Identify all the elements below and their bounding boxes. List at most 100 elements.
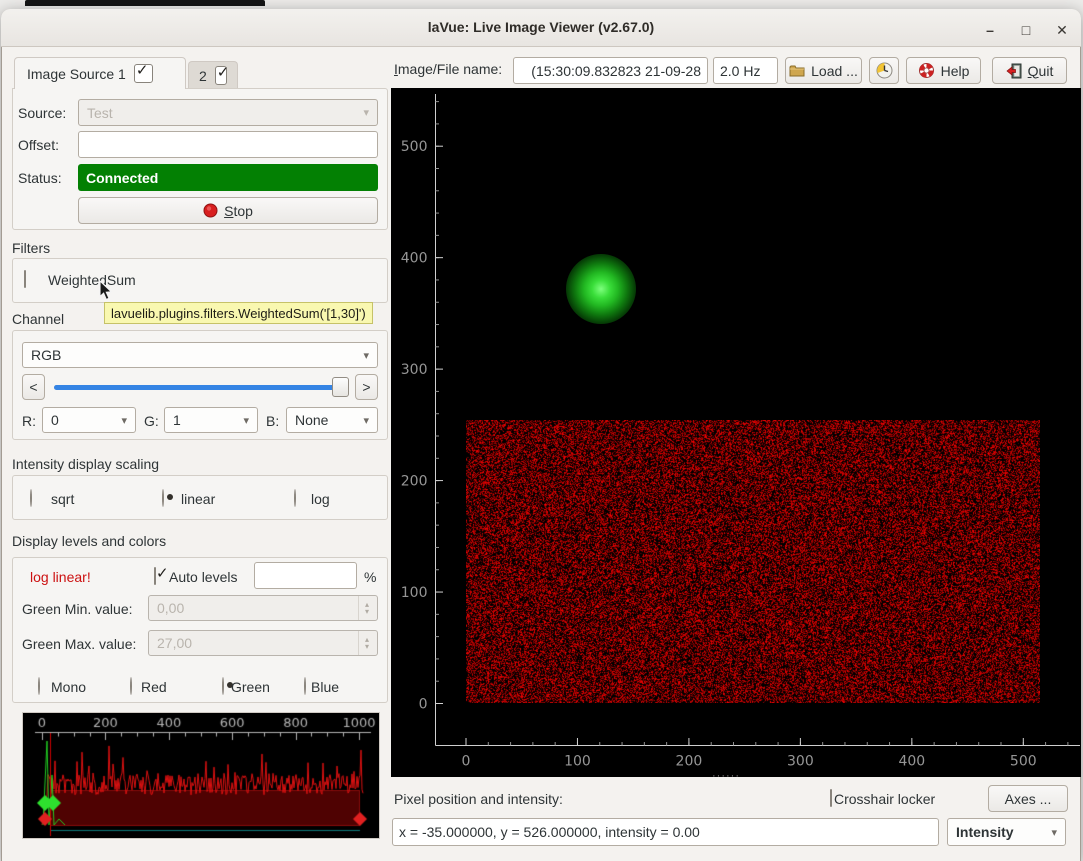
status-badge: Connected [78,164,378,191]
g-combobox[interactable]: 1 ▾ [164,407,258,433]
g-value: 1 [173,412,181,428]
prev-label: < [29,379,37,395]
sqrt-label: sqrt [51,491,74,507]
radio-red[interactable] [130,677,132,695]
quit-button[interactable]: Quit [992,57,1067,84]
g-label: G: [144,413,159,429]
weightedsum-label: WeightedSum [48,272,136,288]
max-value-spinbox[interactable]: 27,00 ▴▾ [148,630,378,656]
channel-section-label: Channel [12,311,64,327]
channel-prev-button[interactable]: < [22,374,45,400]
blue-label: Blue [311,679,339,695]
max-value-label: Green Max. value: [22,636,136,652]
svg-text:200: 200 [676,754,703,770]
window-title: laVue: Live Image Viewer (v2.67.0) [1,19,1081,35]
check-icon: ✓ [156,564,169,582]
svg-text:400: 400 [898,754,925,770]
axes-button-label: Axes ... [1005,791,1052,807]
pixel-position-input[interactable] [392,818,939,846]
intensity-histogram[interactable] [22,712,380,839]
scaling-section-label: Intensity display scaling [12,456,159,472]
minimize-button[interactable]: – [977,21,1003,41]
history-button[interactable] [869,57,899,84]
exit-door-icon [1006,63,1022,79]
check-icon: ✓ [217,63,230,81]
source-combobox[interactable]: Test ▾ [78,99,378,126]
radio-linear[interactable] [162,489,164,507]
record-stop-icon [203,203,218,218]
background-window-strip [25,0,265,6]
image-plot[interactable]: 01002003004005000100200300400500 [391,88,1081,777]
r-combobox[interactable]: 0 ▾ [42,407,136,433]
crosshair-locker-checkbox[interactable] [830,789,832,807]
weightedsum-checkbox[interactable] [24,270,26,288]
tab2-checkbox[interactable]: ✓ [215,66,227,85]
svg-text:400: 400 [401,251,428,267]
radio-log[interactable] [294,489,296,507]
svg-text:100: 100 [564,754,591,770]
tab-image-source-1[interactable]: Image Source 1 ✓ [14,57,186,89]
radio-blue[interactable] [304,677,306,695]
linear-label: linear [181,491,215,507]
green-label: Green [231,679,270,695]
maximize-icon: □ [1022,22,1030,38]
r-value: 0 [51,412,59,428]
channel-mode-value: RGB [31,347,61,363]
help-button[interactable]: Help [906,57,981,84]
spin-down-icon[interactable]: ▾ [365,608,369,615]
tab1-checkbox[interactable]: ✓ [134,64,153,83]
auto-levels-percent-input[interactable] [254,562,357,589]
auto-levels-checkbox[interactable]: ✓ [154,567,156,585]
mono-label: Mono [51,679,86,695]
channel-slider-handle[interactable] [332,377,349,397]
maximize-button[interactable]: □ [1013,21,1039,41]
display-mode-combobox[interactable]: Intensity ▾ [947,818,1066,846]
svg-text:0: 0 [462,754,471,770]
splitter-handle[interactable]: ······ [712,770,740,782]
mouse-cursor-icon [99,280,113,301]
max-spin-buttons[interactable]: ▴▾ [358,631,369,655]
svg-text:500: 500 [401,139,428,155]
spin-down-icon[interactable]: ▾ [365,643,369,650]
percent-label: % [364,569,376,585]
stop-button[interactable]: Stop [78,197,378,224]
channel-slider-fill [54,385,335,390]
tab1-label: Image Source 1 [27,66,126,82]
min-value: 0,00 [157,600,184,616]
load-button[interactable]: Load ... [785,57,862,84]
channel-mode-combobox[interactable]: RGB ▾ [22,342,378,368]
svg-text:200: 200 [401,474,428,490]
next-label: > [362,379,370,395]
chevron-down-icon: ▾ [363,106,369,119]
axes-button[interactable]: Axes ... [988,785,1068,812]
image-file-input[interactable] [513,57,708,84]
svg-text:0: 0 [419,697,428,713]
auto-levels-label: Auto levels [169,569,237,585]
svg-text:300: 300 [787,754,814,770]
log-label: log [311,491,330,507]
filters-section-label: Filters [12,240,50,256]
chevron-down-icon: ▾ [1051,826,1057,839]
close-button[interactable]: ✕ [1049,21,1075,41]
clock-icon [876,62,893,79]
minimize-icon: – [986,22,994,38]
b-value: None [295,412,328,428]
status-label: Status: [18,170,62,186]
help-button-label: Help [941,63,970,79]
radio-sqrt[interactable] [30,489,32,507]
display-mode-value: Intensity [956,824,1014,840]
b-label: B: [266,413,279,429]
min-value-spinbox[interactable]: 0,00 ▴▾ [148,595,378,621]
channel-next-button[interactable]: > [355,374,378,400]
refresh-rate-input[interactable] [713,57,778,84]
radio-green[interactable] [222,677,224,695]
radio-mono[interactable] [38,677,40,695]
tab-image-source-2[interactable]: 2 ✓ [188,61,238,89]
max-value: 27,00 [157,635,192,651]
screen: { "window": { "title": "laVue: Live Imag… [0,0,1083,861]
svg-text:100: 100 [401,585,428,601]
b-combobox[interactable]: None ▾ [286,407,378,433]
offset-input[interactable] [78,131,378,158]
source-label: Source: [18,105,66,121]
min-spin-buttons[interactable]: ▴▾ [358,596,369,620]
